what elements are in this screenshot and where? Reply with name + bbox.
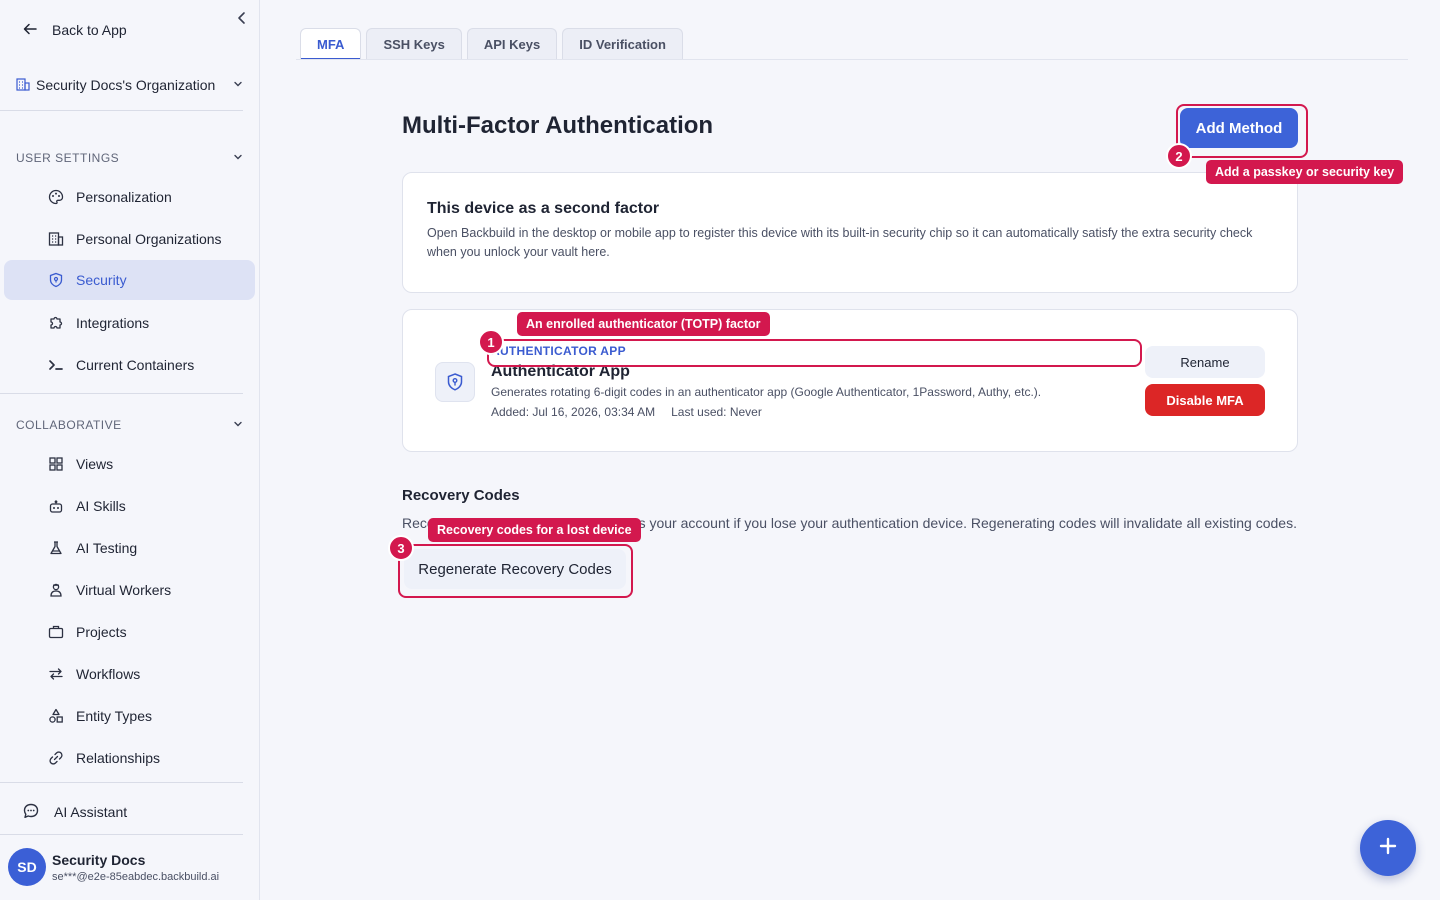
- regenerate-recovery-codes-button[interactable]: Regenerate Recovery Codes: [404, 549, 626, 589]
- rename-button[interactable]: Rename: [1145, 346, 1265, 378]
- sidebar-item-workflows[interactable]: Workflows: [4, 654, 255, 694]
- sidebar-item-ai-skills[interactable]: AI Skills: [4, 486, 255, 526]
- user-name: Security Docs: [52, 851, 146, 868]
- shapes-icon: [48, 708, 64, 724]
- sidebar-item-label: Relationships: [76, 750, 161, 766]
- sidebar-item-label: Personalization: [76, 189, 172, 205]
- user-settings-heading[interactable]: USER SETTINGS: [16, 150, 244, 166]
- briefcase-icon: [48, 624, 64, 640]
- chat-icon: [22, 802, 40, 823]
- annotation-badge-2: 2: [1166, 143, 1192, 169]
- sidebar: Back to App Security Docs's Organization…: [0, 0, 260, 900]
- chevron-down-icon: [232, 151, 244, 166]
- user-email: se***@e2e-85eabdec.backbuild.ai: [52, 870, 220, 883]
- tabs-divider: [296, 59, 1408, 60]
- annotation-label-1: An enrolled authenticator (TOTP) factor: [517, 312, 770, 336]
- sidebar-item-label: Integrations: [76, 315, 150, 331]
- sidebar-item-label: Projects: [76, 624, 127, 640]
- sidebar-item-label: Views: [76, 456, 114, 472]
- device-factor-description: Open Backbuild in the desktop or mobile …: [427, 226, 1253, 259]
- back-to-app-label: Back to App: [52, 22, 127, 38]
- sidebar-item-label: Entity Types: [76, 708, 153, 724]
- arrow-left-icon: [22, 21, 38, 40]
- organization-selector[interactable]: Security Docs's Organization: [16, 75, 244, 95]
- factor-added-date: Added: Jul 16, 2026, 03:34 AM: [491, 405, 656, 419]
- annotation-badge-1: 1: [478, 329, 504, 355]
- factor-last-used: Last used: Never: [671, 405, 762, 419]
- page-title: Multi-Factor Authentication: [402, 112, 714, 139]
- building-icon: [48, 231, 64, 247]
- annotation-badge-3: 3: [388, 535, 414, 561]
- link-icon: [48, 750, 64, 766]
- chevron-down-icon: [232, 418, 244, 433]
- sidebar-item-label: Personal Organizations: [76, 231, 222, 247]
- add-method-button[interactable]: Add Method: [1180, 108, 1298, 148]
- sidebar-item-security[interactable]: Security: [4, 260, 255, 300]
- grid-icon: [48, 456, 64, 472]
- sidebar-item-label: Security: [76, 272, 127, 288]
- tab-ssh-keys[interactable]: SSH Keys: [366, 28, 462, 60]
- device-factor-title: This device as a second factor: [427, 200, 660, 217]
- sidebar-item-integrations[interactable]: Integrations: [4, 303, 255, 343]
- tab-id-verification[interactable]: ID Verification: [562, 28, 683, 60]
- sidebar-item-relationships[interactable]: Relationships: [4, 738, 255, 778]
- robot-icon: [48, 498, 64, 514]
- sidebar-item-label: Workflows: [76, 666, 141, 682]
- avatar: SD: [8, 848, 46, 886]
- organization-name: Security Docs's Organization: [36, 77, 216, 93]
- sidebar-item-current-containers[interactable]: Current Containers: [4, 345, 255, 385]
- ai-assistant-label: AI Assistant: [54, 804, 128, 820]
- puzzle-icon: [48, 315, 64, 331]
- back-to-app-link[interactable]: Back to App: [22, 20, 127, 40]
- recovery-codes-title: Recovery Codes: [402, 487, 520, 504]
- annotation-label-2: Add a passkey or security key: [1206, 160, 1404, 184]
- settings-tabs: MFA SSH Keys API Keys ID Verification: [300, 28, 683, 60]
- arrows-icon: [48, 666, 64, 682]
- disable-mfa-button[interactable]: Disable MFA: [1145, 384, 1265, 416]
- divider: [0, 110, 243, 111]
- building-icon: [16, 77, 30, 94]
- flask-icon: [48, 540, 64, 556]
- sidebar-item-virtual-workers[interactable]: Virtual Workers: [4, 570, 255, 610]
- floating-add-button[interactable]: [1360, 820, 1416, 876]
- sidebar-item-entity-types[interactable]: Entity Types: [4, 696, 255, 736]
- factor-name: Authenticator App: [491, 363, 630, 380]
- palette-icon: [48, 189, 64, 205]
- sidebar-item-label: AI Testing: [76, 540, 138, 556]
- device-factor-card: This device as a second factor Open Back…: [402, 172, 1298, 293]
- worker-icon: [48, 582, 64, 598]
- sidebar-item-personal-organizations[interactable]: Personal Organizations: [4, 219, 255, 259]
- ai-assistant-link[interactable]: AI Assistant: [22, 802, 127, 822]
- shield-lock-icon: [435, 362, 475, 402]
- collapse-sidebar-icon[interactable]: [234, 10, 250, 26]
- sidebar-item-personalization[interactable]: Personalization: [4, 177, 255, 217]
- divider: [0, 393, 243, 394]
- sidebar-item-ai-testing[interactable]: AI Testing: [4, 528, 255, 568]
- annotation-label-3: Recovery codes for a lost device: [428, 518, 641, 542]
- chevron-down-icon: [232, 77, 244, 93]
- divider: [0, 834, 243, 835]
- factor-description: Generates rotating 6-digit codes in an a…: [491, 385, 1042, 399]
- sidebar-item-label: Virtual Workers: [76, 582, 172, 598]
- factor-meta: Added: Jul 16, 2026, 03:34 AM Last used:…: [491, 405, 762, 419]
- plus-icon: [1377, 835, 1399, 862]
- sidebar-item-label: AI Skills: [76, 498, 126, 514]
- factor-type: AUTHENTICATOR APP: [491, 344, 626, 358]
- sidebar-item-projects[interactable]: Projects: [4, 612, 255, 652]
- divider: [0, 782, 243, 783]
- sidebar-item-views[interactable]: Views: [4, 444, 255, 484]
- collaborative-heading[interactable]: COLLABORATIVE: [16, 417, 244, 433]
- shield-icon: [48, 272, 64, 288]
- sidebar-item-label: Current Containers: [76, 357, 195, 373]
- terminal-icon: [48, 357, 64, 373]
- tab-api-keys[interactable]: API Keys: [466, 28, 558, 60]
- tab-mfa[interactable]: MFA: [300, 28, 362, 60]
- user-profile[interactable]: SD Security Docs se***@e2e-85eabdec.back…: [8, 847, 219, 887]
